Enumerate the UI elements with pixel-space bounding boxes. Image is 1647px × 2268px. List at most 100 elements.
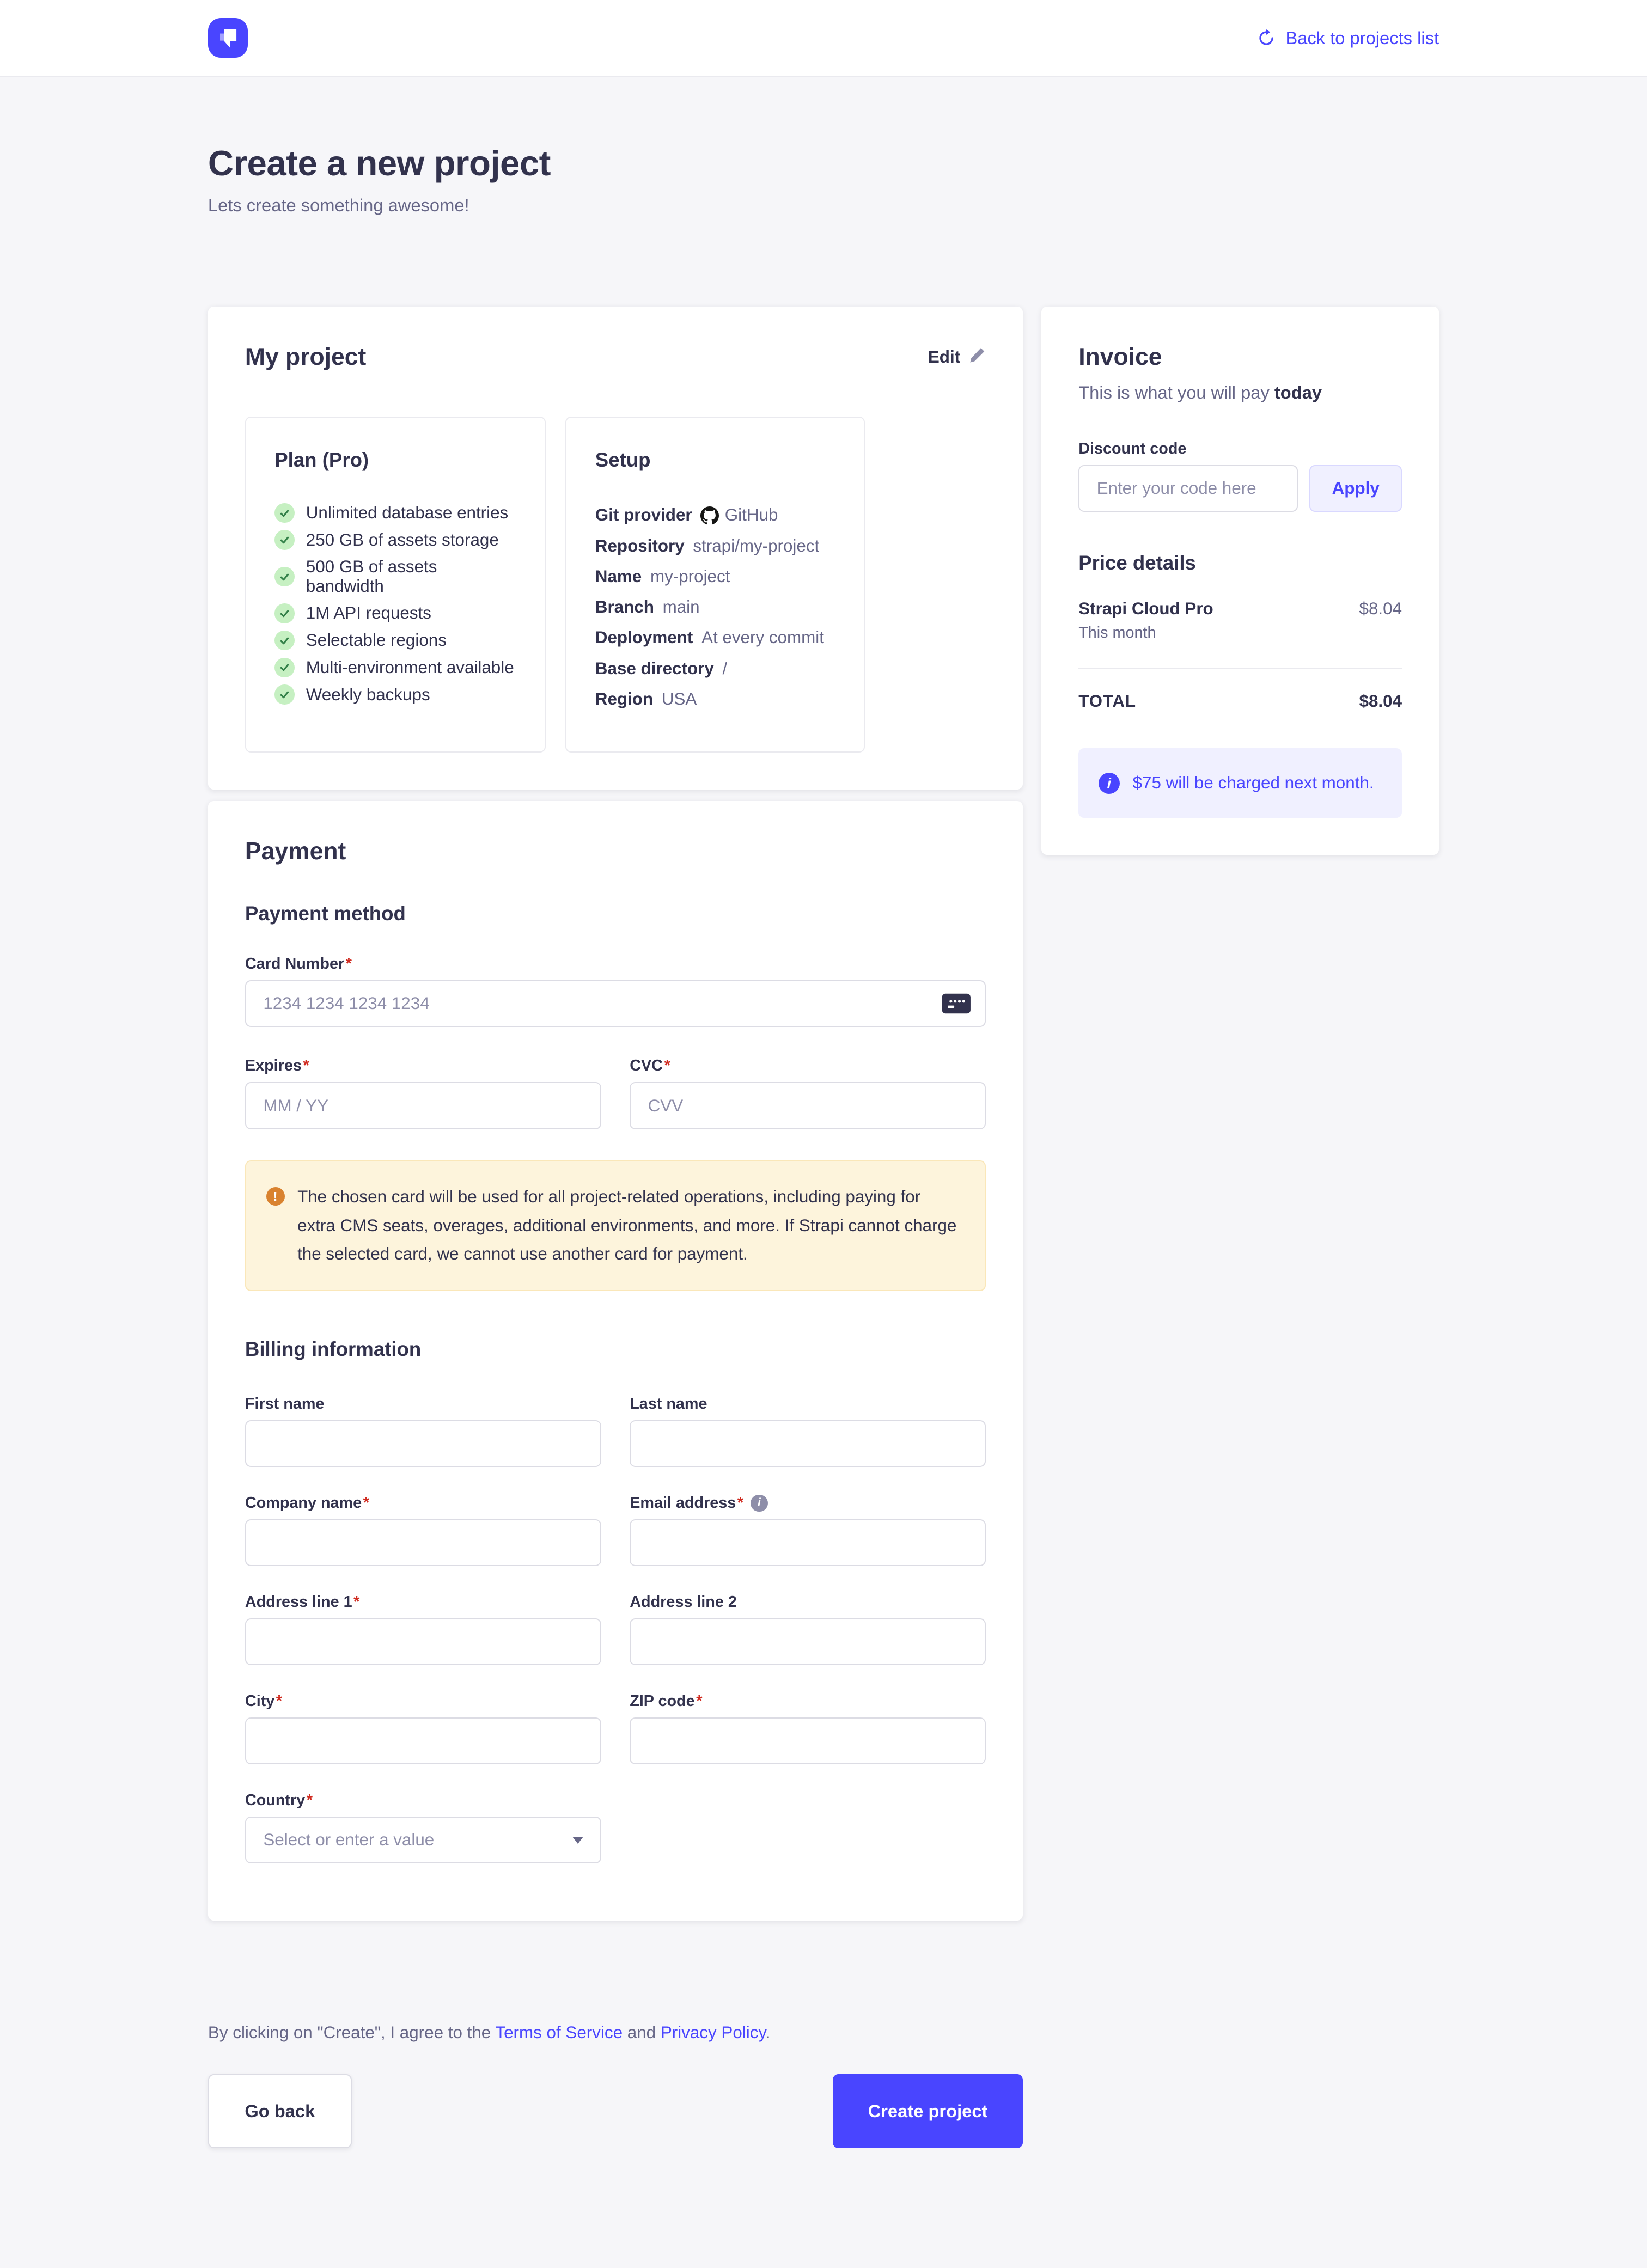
warning-text: The chosen card will be used for all pro… xyxy=(297,1183,959,1268)
plan-feature: 1M API requests xyxy=(274,603,516,623)
go-back-button[interactable]: Go back xyxy=(208,2074,352,2148)
first-name-field: First name xyxy=(245,1395,601,1467)
next-month-notice: i $75 will be charged next month. xyxy=(1078,748,1402,818)
credit-card-icon xyxy=(941,992,972,1015)
chevron-down-icon xyxy=(572,1837,583,1844)
plan-feature: Selectable regions xyxy=(274,631,516,651)
last-name-field: Last name xyxy=(630,1395,986,1467)
warning-icon: ! xyxy=(266,1187,285,1206)
email-field: Email address* i xyxy=(630,1494,986,1566)
zip-code-input[interactable] xyxy=(630,1717,986,1764)
check-icon xyxy=(274,603,295,623)
required-asterisk: * xyxy=(696,1692,702,1710)
zip-code-label: ZIP code* xyxy=(630,1692,986,1710)
country-select[interactable]: Select or enter a value xyxy=(245,1817,601,1863)
price-line-item: Strapi Cloud Pro This month $8.04 xyxy=(1078,599,1402,642)
company-name-label: Company name* xyxy=(245,1494,601,1512)
required-asterisk: * xyxy=(363,1494,369,1512)
country-label: Country* xyxy=(245,1792,601,1809)
first-name-label: First name xyxy=(245,1395,601,1413)
discount-code-label: Discount code xyxy=(1078,440,1402,458)
setup-box: Setup Git provider GitHub xyxy=(565,417,864,753)
cvc-field: CVC* xyxy=(630,1057,986,1129)
page: Back to projects list Create a new proje… xyxy=(0,0,1647,2268)
right-column: Invoice This is what you will pay today … xyxy=(1041,307,1439,855)
address-line2-label: Address line 2 xyxy=(630,1593,986,1611)
invoice-title: Invoice xyxy=(1078,344,1402,371)
required-asterisk: * xyxy=(737,1494,743,1512)
total-label: TOTAL xyxy=(1078,692,1136,711)
terms-of-service-link[interactable]: Terms of Service xyxy=(495,2023,623,2042)
terms-text: By clicking on "Create", I agree to the … xyxy=(208,2023,1023,2043)
company-name-field: Company name* xyxy=(245,1494,601,1566)
email-info-icon[interactable]: i xyxy=(751,1495,767,1512)
required-asterisk: * xyxy=(276,1692,282,1710)
country-select-placeholder: Select or enter a value xyxy=(263,1830,434,1850)
strapi-logo[interactable] xyxy=(208,18,248,58)
company-name-input[interactable] xyxy=(245,1519,601,1566)
expires-label: Expires* xyxy=(245,1057,601,1075)
card-number-label: Card Number* xyxy=(245,955,986,973)
discount-code-input[interactable] xyxy=(1078,465,1298,512)
payment-title: Payment xyxy=(245,838,986,865)
city-label: City* xyxy=(245,1692,601,1710)
main-content: Create a new project Lets create somethi… xyxy=(208,77,1439,2267)
plan-feature-list: Unlimited database entries 250 GB of ass… xyxy=(274,503,516,705)
strapi-logo-icon xyxy=(211,21,245,55)
plan-feature: Unlimited database entries xyxy=(274,503,516,523)
invoice-card: Invoice This is what you will pay today … xyxy=(1041,307,1439,855)
setup-row-branch: Branch main xyxy=(595,592,835,622)
check-icon xyxy=(274,658,295,678)
page-title: Create a new project xyxy=(208,143,1439,184)
privacy-policy-link[interactable]: Privacy Policy xyxy=(661,2023,766,2042)
setup-row-region: Region USA xyxy=(595,684,835,714)
zip-code-field: ZIP code* xyxy=(630,1692,986,1764)
setup-row-repository: Repository strapi/my-project xyxy=(595,531,835,561)
total-row: TOTAL $8.04 xyxy=(1078,692,1402,711)
card-number-input[interactable] xyxy=(245,980,986,1027)
edit-button-label: Edit xyxy=(928,347,960,367)
required-asterisk: * xyxy=(303,1057,309,1074)
address-line2-input[interactable] xyxy=(630,1618,986,1665)
check-icon xyxy=(274,530,295,550)
address-line2-field: Address line 2 xyxy=(630,1593,986,1665)
required-asterisk: * xyxy=(664,1057,670,1074)
cvc-input[interactable] xyxy=(630,1082,986,1129)
price-details-section: Price details Strapi Cloud Pro This mont… xyxy=(1078,552,1402,711)
my-project-card: My project Edit Plan (Pro) Unlim xyxy=(208,307,1023,790)
plan-feature: 250 GB of assets storage xyxy=(274,530,516,550)
required-asterisk: * xyxy=(346,955,352,973)
email-input[interactable] xyxy=(630,1519,986,1566)
pencil-icon xyxy=(969,346,986,368)
github-icon xyxy=(700,506,719,525)
edit-button[interactable]: Edit xyxy=(928,346,986,368)
line-item-period: This month xyxy=(1078,624,1213,642)
check-icon xyxy=(274,567,295,587)
expires-field: Expires* xyxy=(245,1057,601,1129)
country-field: Country* Select or enter a value xyxy=(245,1792,601,1863)
cvc-label: CVC* xyxy=(630,1057,986,1075)
create-project-button[interactable]: Create project xyxy=(833,2074,1023,2148)
info-icon: i xyxy=(1099,773,1120,794)
app-header: Back to projects list xyxy=(0,0,1647,77)
invoice-subtitle: This is what you will pay today xyxy=(1078,382,1402,403)
first-name-input[interactable] xyxy=(245,1420,601,1467)
payment-method-title: Payment method xyxy=(245,902,986,925)
setup-row-name: Name my-project xyxy=(595,561,835,592)
plan-feature: 500 GB of assets bandwidth xyxy=(274,557,516,596)
address-line1-label: Address line 1* xyxy=(245,1593,601,1611)
expires-input[interactable] xyxy=(245,1082,601,1129)
payment-card: Payment Payment method Card Number* xyxy=(208,801,1023,1921)
last-name-input[interactable] xyxy=(630,1420,986,1467)
setup-row-git-provider: Git provider GitHub xyxy=(595,500,835,530)
plan-title: Plan (Pro) xyxy=(274,449,516,472)
city-input[interactable] xyxy=(245,1717,601,1764)
plan-feature: Weekly backups xyxy=(274,684,516,705)
back-link-label: Back to projects list xyxy=(1285,28,1439,48)
address-line1-input[interactable] xyxy=(245,1618,601,1665)
back-icon xyxy=(1257,29,1276,47)
last-name-label: Last name xyxy=(630,1395,986,1413)
back-to-projects-link[interactable]: Back to projects list xyxy=(1257,28,1439,48)
apply-button[interactable]: Apply xyxy=(1309,465,1402,512)
setup-row-base-directory: Base directory / xyxy=(595,653,835,684)
